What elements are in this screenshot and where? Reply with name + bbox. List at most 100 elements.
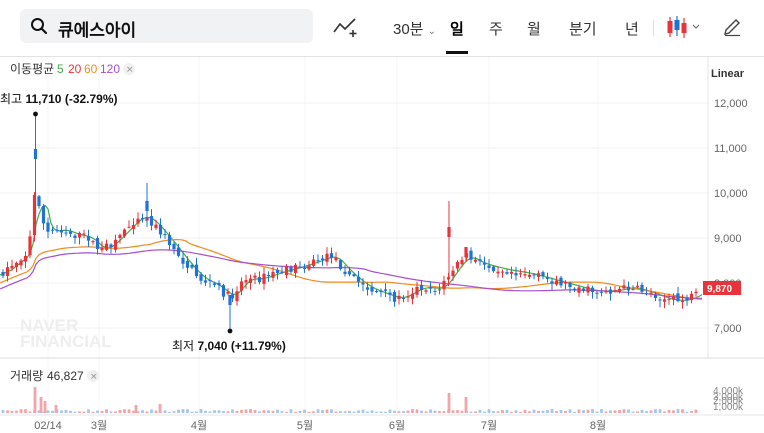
candle-body — [289, 267, 293, 272]
y-tick-label: 7,000 — [714, 323, 742, 335]
volume-bar — [460, 410, 464, 413]
candle-body — [635, 285, 640, 287]
volume-bar — [199, 409, 203, 413]
candle-body — [451, 270, 455, 277]
volume-bar — [46, 410, 50, 413]
drawing-tool-icon[interactable] — [333, 16, 359, 43]
candle-body — [226, 291, 230, 294]
volume-bar — [694, 409, 698, 413]
candle-body — [113, 239, 118, 250]
watermark-line-2: FINANCIAL — [20, 332, 112, 351]
candle-body — [464, 247, 468, 257]
candle-body — [199, 274, 203, 281]
candle-body — [298, 266, 302, 268]
scale-toggle[interactable]: Linear — [711, 68, 745, 80]
close-icon[interactable]: ✕ — [87, 370, 99, 382]
candle-body — [662, 299, 667, 302]
tab-quarter[interactable]: 분기 — [569, 18, 597, 39]
volume-bar — [510, 411, 513, 413]
candle-body — [424, 290, 428, 292]
candle-body — [653, 294, 658, 299]
search-input[interactable]: 큐에스아이 — [58, 16, 136, 41]
volume-bar — [676, 409, 680, 413]
volume-bar — [280, 411, 284, 413]
candle-body — [478, 259, 482, 262]
volume-bar — [141, 410, 144, 413]
volume-bar — [424, 411, 428, 413]
volume-axis-labels: 4,000k 3,000k 2,000k 1,000k — [713, 386, 744, 413]
tab-month[interactable]: 월 — [527, 18, 541, 39]
volume-bar — [127, 409, 131, 413]
volume-bar — [420, 410, 423, 413]
ma-60-label: 60 — [84, 62, 98, 76]
volume-bar — [433, 410, 437, 413]
candle-body — [68, 231, 73, 234]
volume-bar — [43, 401, 47, 413]
candle-body — [428, 287, 433, 289]
volume-bar — [118, 409, 122, 413]
volume-bar — [546, 410, 549, 413]
tab-day[interactable]: 일 — [450, 18, 464, 39]
candle-body — [541, 272, 545, 277]
tab-week[interactable]: 주 — [489, 18, 503, 39]
volume-bar — [316, 409, 320, 413]
volume-legend: 거래량 46,827 ✕ — [10, 369, 99, 383]
volume-bar — [564, 411, 567, 413]
high-marker — [33, 111, 38, 117]
low-price: 7,040 — [197, 339, 227, 353]
volume-bar — [307, 411, 311, 413]
volume-bar — [514, 410, 518, 413]
candle-body — [626, 286, 631, 291]
volume-bar — [474, 411, 477, 413]
volume-bar — [132, 410, 135, 413]
volume-bar — [87, 409, 90, 413]
pencil-icon[interactable] — [722, 17, 742, 42]
candle-body — [37, 196, 41, 207]
volume-bar — [550, 409, 554, 413]
low-marker — [227, 328, 233, 334]
volume-bar — [600, 409, 603, 413]
volume-bar — [231, 409, 234, 413]
candle-body — [658, 299, 662, 301]
price-chart[interactable]: NAVER FINANCIAL 이동평균 5 20 60 120 ✕ Linea… — [0, 57, 764, 433]
volume-bar — [39, 397, 43, 413]
candle-type-icon[interactable] — [666, 14, 702, 45]
candle-body — [118, 234, 122, 239]
candle-body — [140, 218, 145, 220]
volume-title: 거래량 — [10, 369, 43, 383]
candle-body — [559, 277, 563, 286]
volume-bar — [361, 409, 365, 413]
volume-bar — [150, 409, 153, 413]
volume-bar — [609, 410, 612, 413]
candle-body — [550, 281, 554, 284]
volume-bar — [134, 405, 138, 413]
candle-body — [545, 276, 550, 279]
tab-30min[interactable]: 30분 ⌄ — [393, 18, 436, 39]
candle-body — [644, 293, 649, 295]
volume-bar — [15, 410, 18, 413]
stock-search-box[interactable]: 큐에스아이 — [20, 9, 313, 43]
volume-bar — [168, 411, 171, 413]
volume-bar — [19, 409, 23, 413]
volume-bar — [442, 411, 446, 413]
close-icon[interactable]: ✕ — [123, 63, 135, 75]
naver-financial-watermark: NAVER FINANCIAL — [20, 316, 112, 351]
candle-body — [496, 271, 500, 274]
volume-bar — [631, 411, 635, 413]
volume-bar — [276, 409, 279, 413]
candle-body — [460, 259, 464, 265]
volume-bar — [258, 411, 261, 413]
candle-body — [149, 216, 154, 226]
candle-body — [487, 265, 491, 268]
candle-body — [217, 282, 221, 286]
candle-body — [388, 292, 392, 295]
candle-body — [338, 260, 343, 270]
moving-average-lines — [0, 205, 703, 301]
candle-body — [50, 229, 55, 231]
volume-bar — [478, 409, 482, 413]
candle-body — [64, 232, 68, 234]
candle-body — [685, 297, 689, 301]
tab-year[interactable]: 년 — [625, 18, 639, 39]
candle-body — [442, 280, 446, 290]
chart-toolbar: 큐에스아이 30분 ⌄ 일 주 월 분기 년 — [0, 0, 764, 57]
